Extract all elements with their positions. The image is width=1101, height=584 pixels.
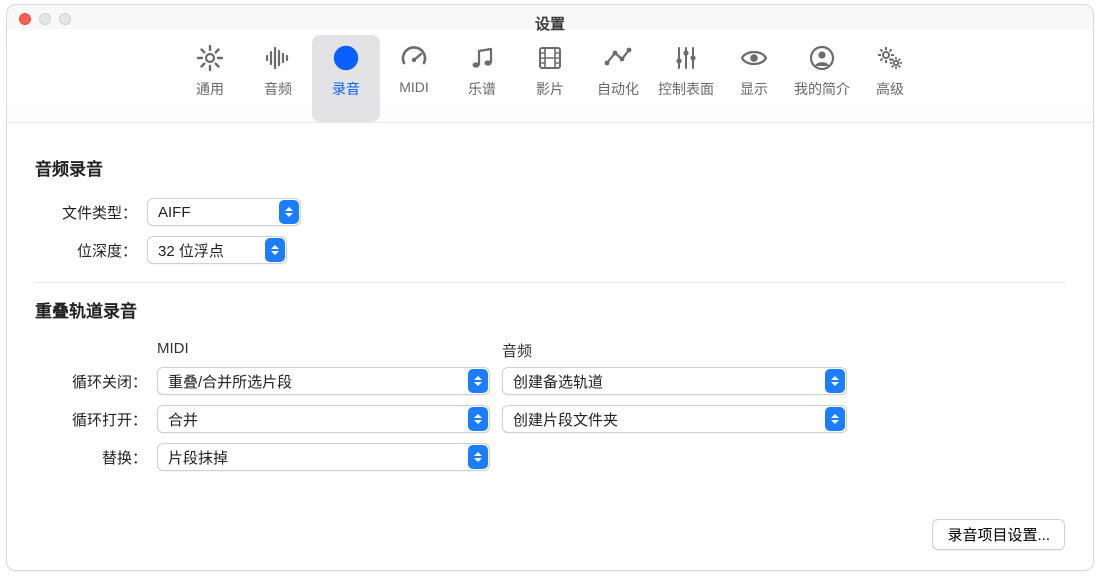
- toolbar-tab-movie[interactable]: 影片: [516, 35, 584, 122]
- settings-window: 设置 通用 音频 录音 MIDI 乐谱 影片 自动化 控制表面: [6, 4, 1094, 571]
- row-cycle-on: 循环打开： 合并 创建片段文件夹: [35, 405, 1065, 433]
- stepper-icon: [279, 200, 299, 224]
- toolbar-tab-label: 乐谱: [468, 79, 496, 99]
- section-title-audio-recording: 音频录音: [35, 155, 1065, 180]
- stepper-icon: [825, 369, 845, 393]
- label-cycle-off: 循环关闭：: [35, 371, 157, 392]
- label-cycle-on: 循环打开：: [35, 409, 157, 430]
- window-title: 设置: [7, 13, 1093, 34]
- person-icon: [805, 41, 839, 75]
- toolbar-tab-label: 音频: [264, 79, 292, 99]
- toolbar: 通用 音频 录音 MIDI 乐谱 影片 自动化 控制表面 显示: [7, 29, 1093, 123]
- toolbar-tab-label: 录音: [332, 79, 360, 99]
- stepper-icon: [265, 238, 285, 262]
- gauge-icon: [397, 41, 431, 75]
- popup-value: 重叠/合并所选片段: [168, 371, 320, 392]
- waveform-icon: [261, 41, 295, 75]
- toolbar-tab-audio[interactable]: 音频: [244, 35, 312, 122]
- stepper-icon: [468, 369, 488, 393]
- film-icon: [533, 41, 567, 75]
- toolbar-tab-record[interactable]: 录音: [312, 35, 380, 122]
- popup-value: 32 位浮点: [158, 240, 252, 261]
- popup-value: 创建片段文件夹: [513, 409, 646, 430]
- toolbar-tab-label: 通用: [196, 79, 224, 99]
- record-icon: [329, 41, 363, 75]
- toolbar-tab-display[interactable]: 显示: [720, 35, 788, 122]
- row-cycle-off: 循环关闭： 重叠/合并所选片段 创建备选轨道: [35, 367, 1065, 395]
- content-area: 音频录音 文件类型： AIFF 位深度： 32 位浮点 重叠轨道录音 MIDI …: [7, 123, 1093, 570]
- popup-bit-depth[interactable]: 32 位浮点: [147, 236, 287, 264]
- toolbar-tab-label: 影片: [536, 79, 564, 99]
- row-replace: 替换： 片段抹掉: [35, 443, 1065, 471]
- label-bit-depth: 位深度：: [35, 240, 147, 261]
- toolbar-tab-general[interactable]: 通用: [176, 35, 244, 122]
- popup-cycle-off-audio[interactable]: 创建备选轨道: [502, 367, 847, 395]
- popup-cycle-on-midi[interactable]: 合并: [157, 405, 490, 433]
- toolbar-tab-label: 显示: [740, 79, 768, 99]
- toolbar-tab-label: MIDI: [399, 79, 429, 95]
- automation-icon: [601, 41, 635, 75]
- stepper-icon: [825, 407, 845, 431]
- toolbar-tab-label: 高级: [876, 79, 904, 99]
- titlebar: 设置: [7, 5, 1093, 29]
- popup-value: 合并: [168, 409, 226, 430]
- row-bit-depth: 位深度： 32 位浮点: [35, 236, 1065, 264]
- popup-cycle-off-midi[interactable]: 重叠/合并所选片段: [157, 367, 490, 395]
- notes-icon: [465, 41, 499, 75]
- stepper-icon: [468, 407, 488, 431]
- toolbar-tab-surfaces[interactable]: 控制表面: [652, 35, 720, 122]
- toolbar-tab-myinfo[interactable]: 我的简介: [788, 35, 856, 122]
- toolbar-tab-automation[interactable]: 自动化: [584, 35, 652, 122]
- sliders-icon: [669, 41, 703, 75]
- gears-icon: [873, 41, 907, 75]
- popup-cycle-on-audio[interactable]: 创建片段文件夹: [502, 405, 847, 433]
- recording-project-settings-button[interactable]: 录音项目设置...: [932, 519, 1065, 550]
- toolbar-tab-advanced[interactable]: 高级: [856, 35, 924, 122]
- stepper-icon: [468, 445, 488, 469]
- col-header-midi: MIDI: [157, 340, 502, 361]
- popup-value: AIFF: [158, 204, 219, 221]
- label-file-type: 文件类型：: [35, 202, 147, 223]
- eye-icon: [737, 41, 771, 75]
- popup-replace-midi[interactable]: 片段抹掉: [157, 443, 490, 471]
- column-headers: MIDI 音频: [35, 340, 1065, 361]
- popup-file-type[interactable]: AIFF: [147, 198, 301, 226]
- toolbar-tab-label: 控制表面: [658, 79, 714, 99]
- toolbar-tab-score[interactable]: 乐谱: [448, 35, 516, 122]
- label-replace: 替换：: [35, 447, 157, 468]
- section-title-overlap-recording: 重叠轨道录音: [35, 297, 1065, 322]
- toolbar-tab-label: 我的简介: [794, 79, 850, 99]
- col-header-audio: 音频: [502, 340, 532, 361]
- toolbar-tab-label: 自动化: [597, 79, 639, 99]
- row-file-type: 文件类型： AIFF: [35, 198, 1065, 226]
- toolbar-tab-midi[interactable]: MIDI: [380, 35, 448, 122]
- popup-value: 片段抹掉: [168, 447, 256, 468]
- gear-icon: [193, 41, 227, 75]
- separator: [35, 282, 1065, 283]
- popup-value: 创建备选轨道: [513, 371, 631, 392]
